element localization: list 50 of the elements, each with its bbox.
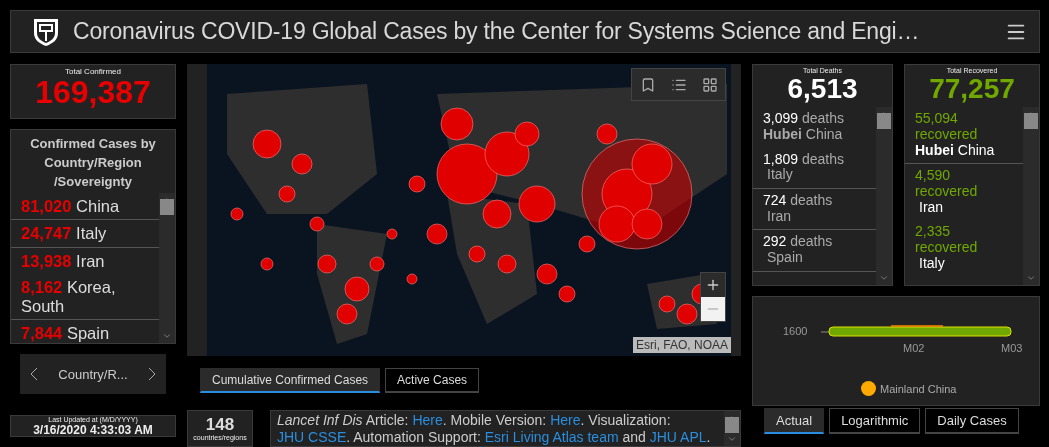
timestamp: 3/16/2020 4:33:03 AM (33, 424, 153, 436)
scroll-thumb[interactable] (160, 199, 174, 215)
pager-label: Country/R... (58, 366, 128, 382)
list-entry[interactable]: 7,844 Spain (21, 324, 149, 343)
scrollbar[interactable] (1023, 107, 1039, 285)
axis-label: M03 (1001, 342, 1023, 354)
scrollbar[interactable] (724, 411, 740, 446)
axis-label: 1600 (783, 325, 808, 337)
list-entry[interactable]: 81,020 China (21, 197, 149, 216)
stat-value: 77,257 (929, 74, 1015, 104)
stat-value: 169,387 (35, 76, 151, 110)
world-map-drawing[interactable] (207, 64, 731, 356)
legend-label: Mainland China (880, 382, 957, 395)
shield-logo-icon (33, 16, 59, 47)
chart-tab[interactable]: Logarithmic (829, 408, 921, 434)
scroll-thumb[interactable] (725, 417, 739, 433)
list-entry[interactable]: 8,162 Korea, South (21, 278, 149, 316)
list-entry[interactable]: 24,747 Italy (21, 224, 149, 243)
list-entry[interactable]: 4,590 recovered Iran (915, 168, 1013, 216)
chart-tab[interactable]: Daily Cases (925, 408, 1019, 434)
link[interactable]: Here (412, 412, 443, 428)
list-entry[interactable]: 13,938 Iran (21, 251, 149, 271)
axis-label: M02 (903, 342, 925, 354)
info-text: Lancet Inf Dis Article: Here. Mobile Version: Here. Visualization: JHU CSSE. Automation Support: Esri Living Atlas team and JHU APL. (276, 411, 712, 446)
stat-value: 6,513 (787, 74, 858, 104)
list-entry[interactable]: 1,809 deaths Italy (763, 151, 866, 184)
list-title: Confirmed Cases by Country/Region /Sovereignty (29, 135, 157, 191)
link[interactable]: JHU APL (649, 429, 707, 445)
list-entry[interactable]: 2,335 recovered Italy (915, 224, 1013, 272)
scrollbar[interactable] (876, 107, 892, 285)
list-entry[interactable]: 3,099 deaths Hubei China (763, 111, 866, 143)
stat-label: Total Confirmed (65, 67, 121, 76)
list-entry[interactable]: 724 deaths Iran (763, 193, 866, 225)
count-value: 148 (205, 416, 235, 434)
map-tab[interactable]: Cumulative Confirmed Cases (200, 368, 381, 393)
scroll-down-icon[interactable] (727, 434, 737, 444)
scroll-down-icon[interactable] (162, 331, 172, 341)
scroll-down-icon[interactable] (1026, 273, 1036, 283)
scroll-down-icon[interactable] (879, 273, 889, 283)
scrollbar[interactable] (159, 193, 175, 343)
list-entry[interactable]: 292 deaths Spain (763, 234, 866, 266)
map-tab[interactable]: Active Cases (385, 368, 480, 393)
list-entry[interactable]: 55,094 recovered Hubei China (915, 111, 1013, 159)
link[interactable]: Esri Living Atlas team (484, 429, 619, 445)
link[interactable]: Here (550, 412, 581, 428)
dashboard-title: Coronavirus COVID-19 Global Cases by the Center for Systems Science and Engi… (73, 18, 921, 45)
scroll-thumb[interactable] (1024, 113, 1038, 130)
chart-tab[interactable]: Actual (764, 408, 825, 434)
map-attribution: Esri, FAO, NOAA (633, 337, 731, 353)
scroll-thumb[interactable] (877, 113, 891, 130)
